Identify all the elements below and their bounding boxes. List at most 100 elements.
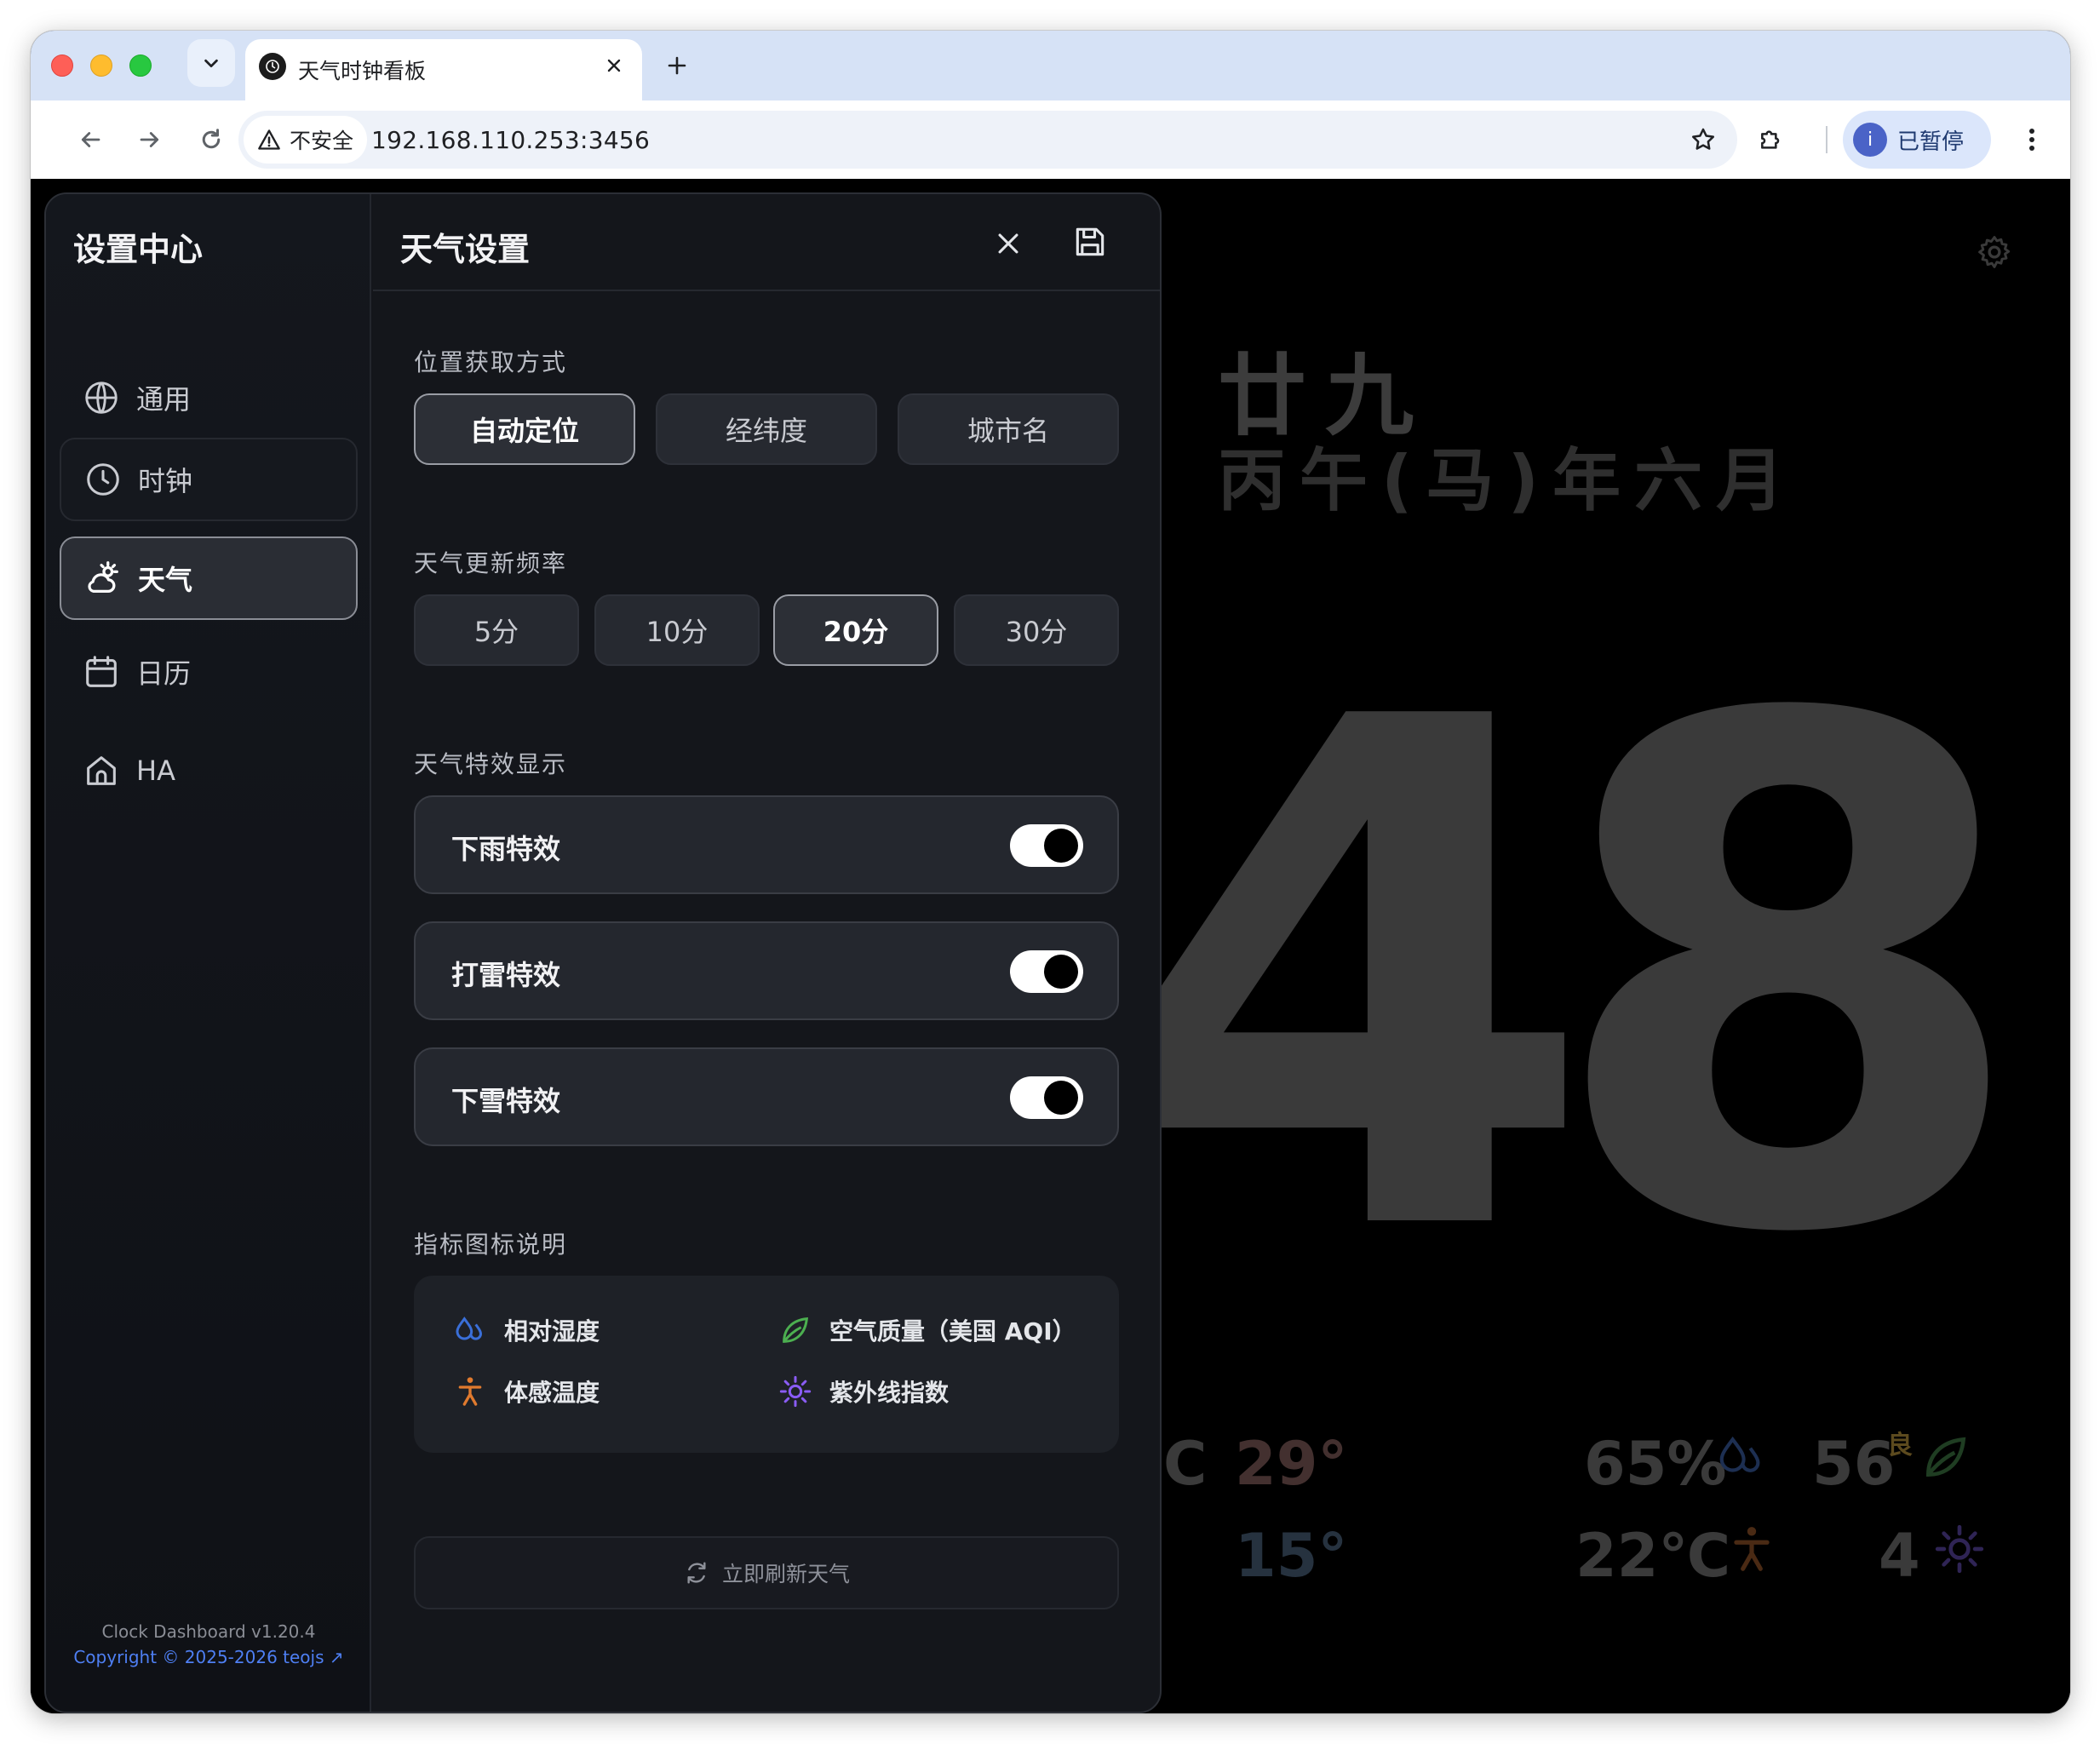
- sidebar-item-ha[interactable]: HA: [60, 729, 358, 812]
- temp-high: 29°: [1235, 1429, 1348, 1499]
- tab-close-button[interactable]: [600, 51, 628, 80]
- bookmark-button[interactable]: [1686, 123, 1720, 157]
- refresh-weather-button[interactable]: 立即刷新天气: [414, 1536, 1119, 1609]
- tab-search-button[interactable]: [187, 39, 235, 87]
- clock-digits: 48: [1110, 573, 2031, 1385]
- address-bar[interactable]: 不安全 192.168.110.253:3456: [238, 111, 1737, 169]
- browser-menu-button[interactable]: [2011, 119, 2052, 160]
- aqi-value: 56: [1812, 1429, 1896, 1499]
- location-option-city[interactable]: 城市名: [898, 393, 1119, 465]
- new-tab-button[interactable]: [659, 48, 695, 83]
- sidebar-item-general[interactable]: 通用: [60, 356, 358, 439]
- close-button[interactable]: [984, 220, 1032, 267]
- plus-icon: [668, 56, 686, 75]
- frequency-option-20[interactable]: 20分: [773, 594, 938, 666]
- location-option-auto[interactable]: 自动定位: [414, 393, 635, 465]
- avatar: i: [1853, 123, 1887, 157]
- frequency-option-5[interactable]: 5分: [414, 594, 579, 666]
- close-window-button[interactable]: [51, 54, 73, 77]
- chevron-down-icon: [204, 59, 218, 68]
- sidebar-item-label: 通用: [136, 383, 192, 416]
- panel-title: 天气设置: [400, 231, 531, 268]
- reload-icon: [202, 129, 221, 149]
- refresh-label: 立即刷新天气: [721, 1562, 850, 1586]
- sidebar-item-label: 天气: [138, 564, 193, 596]
- settings-button[interactable]: [1972, 230, 2017, 274]
- browser-tab[interactable]: 天气时钟看板: [245, 39, 642, 100]
- leaf-icon: [783, 1317, 809, 1343]
- person-icon: [1734, 1527, 1770, 1571]
- legend-item-humidity: 相对湿度: [453, 1313, 600, 1347]
- close-icon: [607, 59, 621, 72]
- save-icon: [1076, 227, 1105, 256]
- lunar-month: 丙午(马)年六月: [1218, 441, 1799, 520]
- star-icon: [1692, 128, 1714, 150]
- legend-item-feels-like: 体感温度: [453, 1374, 600, 1408]
- humidity-value: 65%: [1584, 1429, 1727, 1499]
- feels-like-value: 22℃: [1575, 1521, 1731, 1591]
- frequency-option-30[interactable]: 30分: [954, 594, 1119, 666]
- sidebar-item-weather[interactable]: 天气: [60, 536, 358, 620]
- sidebar-item-label: 时钟: [138, 465, 193, 497]
- legend-item-aqi: 空气质量（美国 AQI）: [778, 1313, 1076, 1347]
- legend-section-label: 指标图标说明: [414, 1231, 568, 1259]
- maximize-window-button[interactable]: [129, 54, 152, 77]
- reload-button[interactable]: [191, 119, 232, 160]
- location-section-label: 位置获取方式: [414, 348, 568, 376]
- security-chip[interactable]: 不安全: [244, 116, 368, 164]
- snow-effect-toggle[interactable]: [1010, 1076, 1083, 1119]
- legend-label: 体感温度: [504, 1379, 600, 1407]
- back-button[interactable]: [70, 119, 111, 160]
- gear-icon: [1978, 236, 2011, 268]
- clock-icon: [87, 463, 119, 496]
- version-text: Clock Dashboard v1.20.4: [101, 1621, 316, 1642]
- rain-effect-label: 下雨特效: [451, 833, 561, 865]
- uv-value: 4: [1879, 1521, 1920, 1591]
- icon-legend: 相对湿度 空气质量（美国 AQI） 体感温度 紫外线指数: [414, 1276, 1119, 1453]
- thunder-effect-toggle[interactable]: [1010, 950, 1083, 993]
- favicon-icon: [259, 53, 286, 80]
- toggle-knob: [1044, 955, 1078, 989]
- aqi-level-badge: 良: [1887, 1431, 1913, 1460]
- minimize-window-button[interactable]: [90, 54, 112, 77]
- arrow-right-icon: [140, 132, 159, 147]
- toggle-knob: [1044, 1081, 1078, 1115]
- browser-window: 天气时钟看板 不安全 192.168.110.253:3456 i 已暂停 廿九…: [31, 31, 2070, 1713]
- humidity-icon: [1719, 1436, 1760, 1472]
- security-label: 不安全: [290, 129, 354, 153]
- sun-icon: [1935, 1524, 1984, 1574]
- location-option-latlng[interactable]: 经纬度: [656, 393, 877, 465]
- profile-button[interactable]: i 已暂停: [1843, 111, 1991, 169]
- thunder-effect-row: 打雷特效: [414, 921, 1119, 1020]
- current-temp-partial: C: [1163, 1429, 1208, 1499]
- sidebar-item-clock[interactable]: 时钟: [60, 438, 358, 521]
- refresh-icon: [687, 1562, 706, 1584]
- globe-icon: [85, 382, 118, 414]
- tab-title: 天气时钟看板: [298, 59, 427, 83]
- profile-label: 已暂停: [1897, 129, 1965, 155]
- arrow-left-icon: [81, 132, 100, 147]
- save-button[interactable]: [1064, 216, 1116, 267]
- url-text[interactable]: 192.168.110.253:3456: [371, 126, 650, 154]
- settings-dialog: 设置中心 通用 时钟 天气 日历 HA Clock Dashboard v1.2…: [44, 192, 1162, 1713]
- thunder-effect-label: 打雷特效: [451, 959, 561, 991]
- extensions-button[interactable]: [1751, 119, 1792, 160]
- temp-low: 15°: [1235, 1521, 1348, 1591]
- rain-effect-toggle[interactable]: [1010, 824, 1083, 867]
- copyright-link[interactable]: Copyright © 2025-2026 teojs ↗: [46, 1647, 371, 1667]
- sidebar-item-calendar[interactable]: 日历: [60, 630, 358, 714]
- humidity-icon: [456, 1317, 483, 1340]
- more-vert-icon: [2029, 129, 2034, 151]
- sidebar-title: 设置中心: [73, 231, 204, 268]
- frequency-section-label: 天气更新频率: [414, 549, 568, 577]
- leaf-icon: [1926, 1437, 1966, 1477]
- forward-button[interactable]: [129, 119, 170, 160]
- browser-toolbar: 不安全 192.168.110.253:3456 i 已暂停: [31, 100, 2070, 179]
- toolbar-divider: [1826, 126, 1827, 153]
- home-icon: [87, 756, 116, 785]
- tab-strip: 天气时钟看板: [31, 31, 2070, 100]
- frequency-option-10[interactable]: 10分: [594, 594, 760, 666]
- weather-icon: [88, 561, 118, 593]
- legend-label: 紫外线指数: [829, 1379, 950, 1407]
- sidebar-item-label: HA: [136, 754, 175, 787]
